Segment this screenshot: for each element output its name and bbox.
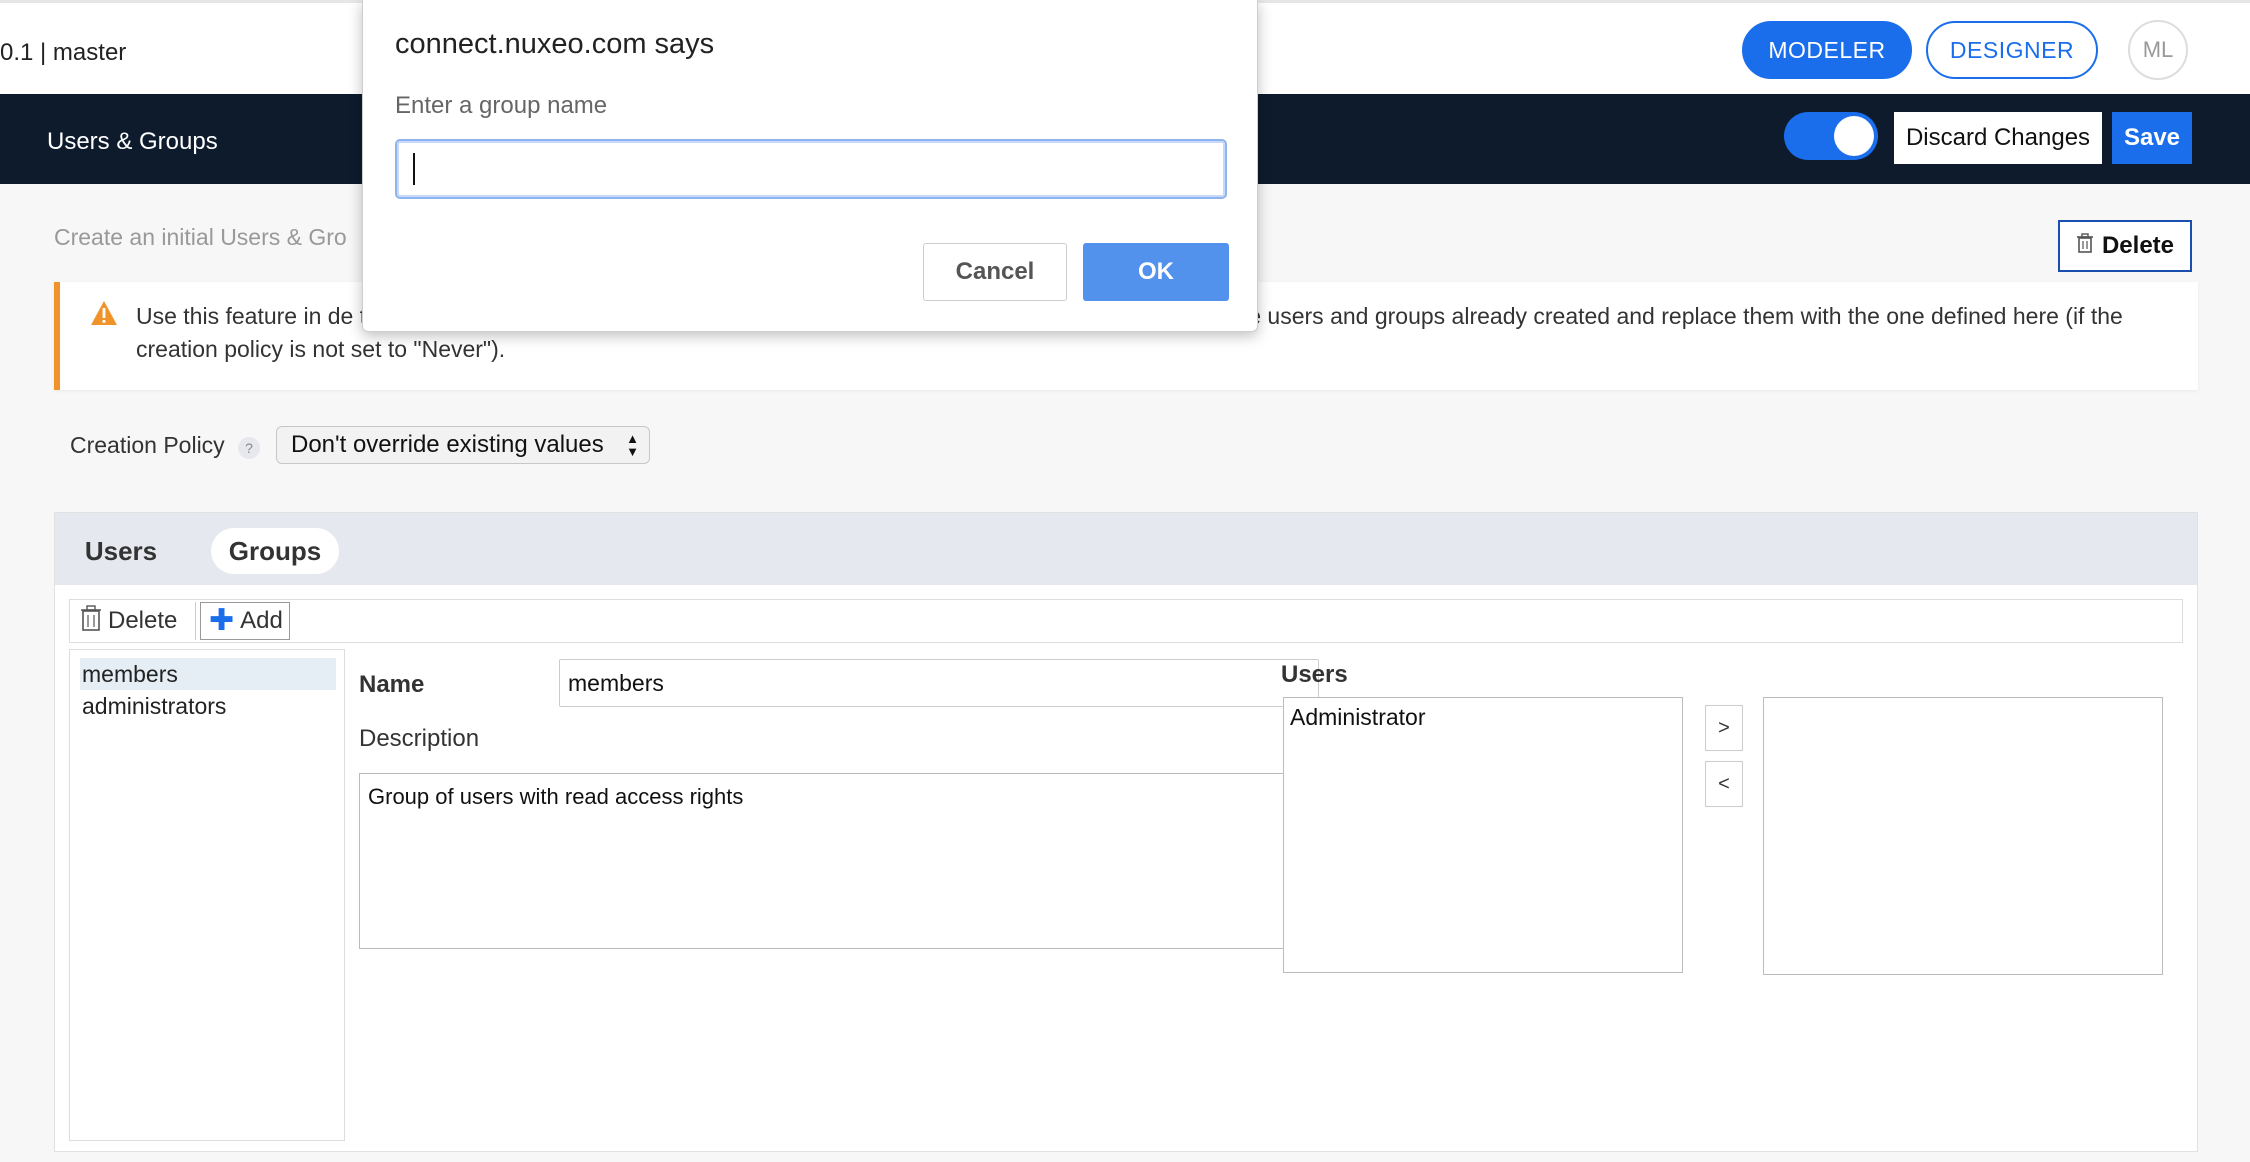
selected-users-list[interactable]: Administrator xyxy=(1283,697,1683,973)
delete-feature-button[interactable]: Delete xyxy=(2058,220,2192,272)
creation-policy-value: Don't override existing values xyxy=(291,431,604,458)
tab-bar: Users Groups xyxy=(55,513,2197,585)
tab-groups[interactable]: Groups xyxy=(211,528,339,574)
toggle-knob xyxy=(1834,116,1874,156)
page-description: Create an initial Users & Gro xyxy=(54,224,347,250)
list-item-members[interactable]: members xyxy=(80,658,336,690)
plus-icon: ✚ xyxy=(209,604,235,637)
description-value: Group of users with read access rights xyxy=(368,784,744,809)
users-label: Users xyxy=(1281,661,1348,688)
available-users-list[interactable] xyxy=(1763,697,2163,975)
delete-label: Delete xyxy=(2101,232,2175,259)
ok-button[interactable]: OK xyxy=(1083,243,1229,301)
add-group-button[interactable]: ✚ Add xyxy=(200,602,290,640)
groups-toolbar: Delete ✚ Add xyxy=(69,599,2183,643)
description-textarea[interactable]: Group of users with read access rights xyxy=(359,773,1319,949)
select-arrows-icon: ▲ ▼ xyxy=(626,431,639,459)
move-left-button[interactable]: < xyxy=(1705,761,1743,807)
delete-group-button[interactable]: Delete xyxy=(72,602,196,640)
prompt-dialog: connect.nuxeo.com says Enter a group nam… xyxy=(362,0,1258,332)
users-groups-panel: Users Groups Delete ✚ Add members admini… xyxy=(54,512,2198,1152)
help-icon[interactable]: ? xyxy=(238,437,260,459)
creation-policy-label: Creation Policy xyxy=(70,432,225,458)
delete-group-label: Delete xyxy=(108,607,178,634)
cancel-button[interactable]: Cancel xyxy=(923,243,1067,301)
trash-icon xyxy=(2076,232,2094,260)
save-button[interactable]: Save xyxy=(2112,112,2192,164)
warning-icon xyxy=(90,300,118,326)
designer-button[interactable]: DESIGNER xyxy=(1926,21,2098,79)
group-list[interactable]: members administrators xyxy=(69,649,345,1141)
trash-icon xyxy=(80,604,102,638)
list-item-administrators[interactable]: administrators xyxy=(80,690,336,722)
tab-users[interactable]: Users xyxy=(69,528,173,574)
move-right-button[interactable]: > xyxy=(1705,705,1743,751)
page-title: Users & Groups xyxy=(47,128,218,155)
discard-changes-button[interactable]: Discard Changes xyxy=(1894,112,2102,164)
add-group-label: Add xyxy=(240,607,283,634)
version-branch-label: 0.1 | master xyxy=(0,39,127,66)
group-name-prompt-input[interactable] xyxy=(395,139,1227,199)
text-caret xyxy=(413,153,415,185)
avatar[interactable]: ML xyxy=(2128,20,2188,80)
creation-policy-select[interactable]: Don't override existing values ▲ ▼ xyxy=(276,426,650,464)
dialog-prompt: Enter a group name xyxy=(395,92,608,119)
modeler-button[interactable]: MODELER xyxy=(1742,21,1912,79)
dialog-title: connect.nuxeo.com says xyxy=(395,28,715,60)
group-name-input[interactable]: members xyxy=(559,659,1319,707)
enable-toggle[interactable] xyxy=(1784,112,1878,160)
name-label: Name xyxy=(359,671,425,698)
list-item-administrator[interactable]: Administrator xyxy=(1290,704,1425,731)
description-label: Description xyxy=(359,725,480,752)
